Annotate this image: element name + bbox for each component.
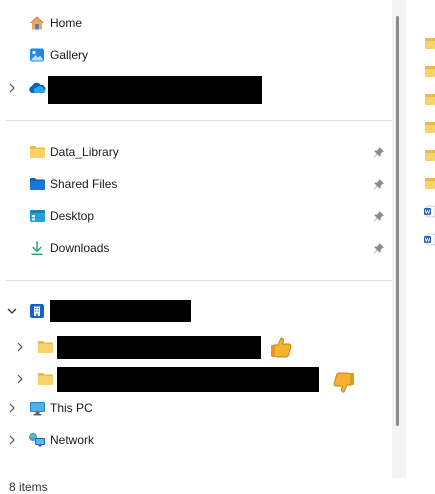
nav-item-network[interactable]: Network: [0, 426, 392, 454]
nav-item-this-pc[interactable]: This PC: [0, 394, 392, 422]
folder-icon[interactable]: [424, 121, 435, 134]
navigation-pane: Home Gallery Data_Library Shared Files D…: [0, 0, 392, 478]
building-icon: [28, 302, 46, 320]
nav-item-gallery[interactable]: Gallery: [0, 41, 392, 69]
nav-item-data-library[interactable]: Data_Library: [0, 138, 392, 166]
redacted-account-name: [48, 76, 262, 104]
redacted-folder-name: [57, 367, 319, 392]
nav-scrollbar-thumb[interactable]: [396, 16, 399, 426]
nav-item-label: Shared Files: [50, 177, 118, 191]
nav-item-onedrive[interactable]: [0, 74, 392, 104]
chevron-right-icon[interactable]: [15, 374, 25, 384]
nav-item-label: Gallery: [50, 48, 89, 62]
onedrive-icon: [28, 79, 46, 97]
nav-item-downloads[interactable]: Downloads: [0, 234, 392, 262]
chevron-right-icon[interactable]: [7, 83, 17, 93]
word-file-icon[interactable]: [424, 205, 435, 218]
gallery-icon: [28, 46, 46, 64]
folder-icon: [36, 338, 54, 356]
nav-item-label: This PC: [50, 401, 93, 415]
nav-item-label: Home: [50, 16, 83, 30]
network-icon: [28, 431, 46, 449]
section-divider: [6, 120, 392, 121]
desktop-icon: [28, 207, 46, 225]
pin-icon[interactable]: [373, 178, 385, 190]
chevron-right-icon[interactable]: [7, 435, 17, 445]
chevron-right-icon[interactable]: [15, 342, 25, 352]
blue-folder-icon: [28, 175, 46, 193]
section-divider: [6, 280, 392, 281]
nav-item-label: Desktop: [50, 209, 95, 223]
nav-item-organization[interactable]: [0, 297, 392, 325]
pin-icon[interactable]: [373, 210, 385, 222]
status-item-count: 8 items: [9, 480, 48, 494]
redacted-organization-name: [50, 300, 191, 322]
folder-icon: [36, 370, 54, 388]
nav-scrollbar-track[interactable]: [392, 0, 406, 478]
nav-item-label: Downloads: [50, 241, 110, 255]
thumbs-up-icon: [268, 334, 294, 360]
folder-icon[interactable]: [424, 93, 435, 106]
nav-item-home[interactable]: Home: [0, 9, 392, 37]
thumbs-down-icon: [331, 370, 357, 396]
nav-item-label: Data_Library: [50, 145, 119, 159]
nav-item-desktop[interactable]: Desktop: [0, 202, 392, 230]
redacted-folder-name: [57, 336, 261, 359]
nav-item-shared-files[interactable]: Shared Files: [0, 170, 392, 198]
nav-item-label: Network: [50, 433, 95, 447]
this-pc-icon: [28, 399, 46, 417]
pin-icon[interactable]: [373, 146, 385, 158]
folder-icon: [28, 143, 46, 161]
word-file-icon[interactable]: [424, 233, 435, 246]
pin-icon[interactable]: [373, 242, 385, 254]
folder-icon[interactable]: [424, 149, 435, 162]
folder-icon[interactable]: [424, 65, 435, 78]
chevron-right-icon[interactable]: [7, 403, 17, 413]
download-icon: [28, 239, 46, 257]
nav-item-subfolder-1[interactable]: [0, 333, 392, 361]
chevron-down-icon[interactable]: [7, 306, 17, 316]
folder-icon[interactable]: [424, 177, 435, 190]
home-icon: [28, 14, 46, 32]
folder-icon[interactable]: [424, 37, 435, 50]
